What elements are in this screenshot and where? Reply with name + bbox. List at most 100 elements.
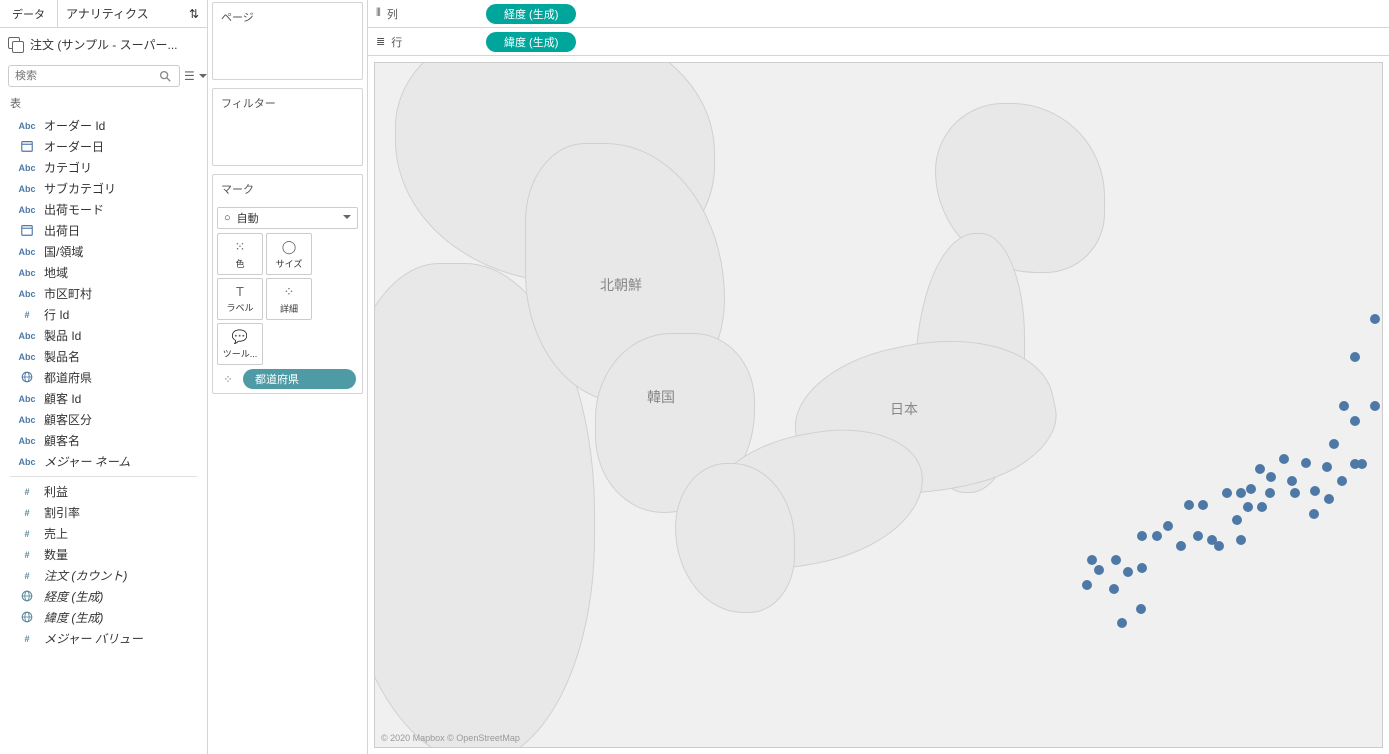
map-point[interactable] [1123,567,1133,577]
field-カテゴリ[interactable]: Abcカテゴリ [0,157,207,178]
field-利益[interactable]: #利益 [0,481,207,502]
map-point[interactable] [1265,488,1275,498]
field-市区町村[interactable]: Abc市区町村 [0,283,207,304]
field-製品名[interactable]: Abc製品名 [0,346,207,367]
map-point[interactable] [1117,618,1127,628]
abc-icon: Abc [18,247,36,257]
field-注文 (カウント)[interactable]: #注文 (カウント) [0,565,207,586]
rows-shelf[interactable]: ≣ 行 緯度 (生成) [368,28,1389,56]
rows-pill-latitude[interactable]: 緯度 (生成) [486,32,576,52]
map-point[interactable] [1111,555,1121,565]
map-point[interactable] [1243,502,1253,512]
columns-shelf[interactable]: ⦀ 列 経度 (生成) [368,0,1389,28]
map-point[interactable] [1301,458,1311,468]
field-割引率[interactable]: #割引率 [0,502,207,523]
search-input[interactable] [15,70,157,82]
map-point[interactable] [1163,521,1173,531]
field-メジャー バリュー[interactable]: #メジャー バリュー [0,628,207,649]
filters-card[interactable]: フィルター [212,88,363,166]
pages-card[interactable]: ページ [212,2,363,80]
map-point[interactable] [1198,500,1208,510]
field-出荷日[interactable]: 出荷日 [0,220,207,241]
map-point[interactable] [1193,531,1203,541]
field-売上[interactable]: #売上 [0,523,207,544]
field-国/領域[interactable]: Abc国/領域 [0,241,207,262]
field-地域[interactable]: Abc地域 [0,262,207,283]
map-point[interactable] [1290,488,1300,498]
field-数量[interactable]: #数量 [0,544,207,565]
map-point[interactable] [1309,509,1319,519]
mark-pill-prefecture[interactable]: 都道府県 [243,369,356,389]
field-製品 Id[interactable]: Abc製品 Id [0,325,207,346]
field-出荷モード[interactable]: Abc出荷モード [0,199,207,220]
map-point[interactable] [1222,488,1232,498]
pages-title: ページ [213,3,362,31]
field-顧客名[interactable]: Abc顧客名 [0,430,207,451]
field-label: 地域 [44,264,68,281]
field-経度 (生成)[interactable]: 経度 (生成) [0,586,207,607]
map-point[interactable] [1370,401,1380,411]
map-viz[interactable]: 北朝鮮 韓国 日本 © 2020 Mapbox © OpenStreetMap [374,62,1383,748]
columns-pill-longitude[interactable]: 経度 (生成) [486,4,576,24]
map-point[interactable] [1094,565,1104,575]
map-point[interactable] [1370,314,1380,324]
field-サブカテゴリ[interactable]: Abcサブカテゴリ [0,178,207,199]
map-point[interactable] [1266,472,1276,482]
field-顧客 Id[interactable]: Abc顧客 Id [0,388,207,409]
map-point[interactable] [1350,352,1360,362]
field-オーダー Id[interactable]: Abcオーダー Id [0,115,207,136]
map-point[interactable] [1357,459,1367,469]
map-point[interactable] [1246,484,1256,494]
map-point[interactable] [1279,454,1289,464]
map-point[interactable] [1337,476,1347,486]
mark-btn-ラベル[interactable]: Tラベル [217,278,263,320]
map-point[interactable] [1287,476,1297,486]
number-icon: # [18,508,36,518]
field-label: 出荷モード [44,201,104,218]
field-顧客区分[interactable]: Abc顧客区分 [0,409,207,430]
map-point[interactable] [1257,502,1267,512]
map-point[interactable] [1236,488,1246,498]
field-緯度 (生成)[interactable]: 緯度 (生成) [0,607,207,628]
map-point[interactable] [1136,604,1146,614]
map-point[interactable] [1310,486,1320,496]
tab-analytics[interactable]: アナリティクス ⇅ [57,0,207,27]
map-point[interactable] [1184,500,1194,510]
field-オーダー日[interactable]: オーダー日 [0,136,207,157]
mark-type-dropdown[interactable]: ○ 自動 [217,207,358,229]
map-point[interactable] [1322,462,1332,472]
map-point[interactable] [1232,515,1242,525]
number-icon: # [18,529,36,539]
calendar-icon [18,139,36,155]
map-point[interactable] [1109,584,1119,594]
field-menu-icon[interactable] [199,68,207,84]
field-メジャー ネーム[interactable]: Abcメジャー ネーム [0,451,207,472]
mark-btn-詳細[interactable]: ⁘詳細 [266,278,312,320]
map-point[interactable] [1236,535,1246,545]
search-box[interactable] [8,65,180,87]
field-label: カテゴリ [44,159,92,176]
map-point[interactable] [1350,416,1360,426]
field-label: 数量 [44,546,68,563]
map-point[interactable] [1137,563,1147,573]
tab-data[interactable]: データ [0,0,57,27]
map-point[interactable] [1152,531,1162,541]
map-point[interactable] [1176,541,1186,551]
map-point[interactable] [1324,494,1334,504]
mark-btn-サイズ[interactable]: ◯サイズ [266,233,312,275]
map-attribution: © 2020 Mapbox © OpenStreetMap [381,733,520,743]
map-point[interactable] [1137,531,1147,541]
map-point[interactable] [1087,555,1097,565]
map-point[interactable] [1255,464,1265,474]
mark-btn-色[interactable]: ⁙色 [217,233,263,275]
datasource-row[interactable]: 注文 (サンプル - スーパー... [0,28,207,61]
mark-btn-ツール...[interactable]: 💬ツール... [217,323,263,365]
field-都道府県[interactable]: 都道府県 [0,367,207,388]
map-point[interactable] [1339,401,1349,411]
view-list-icon[interactable]: ☰ [184,68,195,84]
field-label: 経度 (生成) [44,588,103,605]
map-point[interactable] [1082,580,1092,590]
map-point[interactable] [1214,541,1224,551]
map-point[interactable] [1329,439,1339,449]
field-行 Id[interactable]: #行 Id [0,304,207,325]
